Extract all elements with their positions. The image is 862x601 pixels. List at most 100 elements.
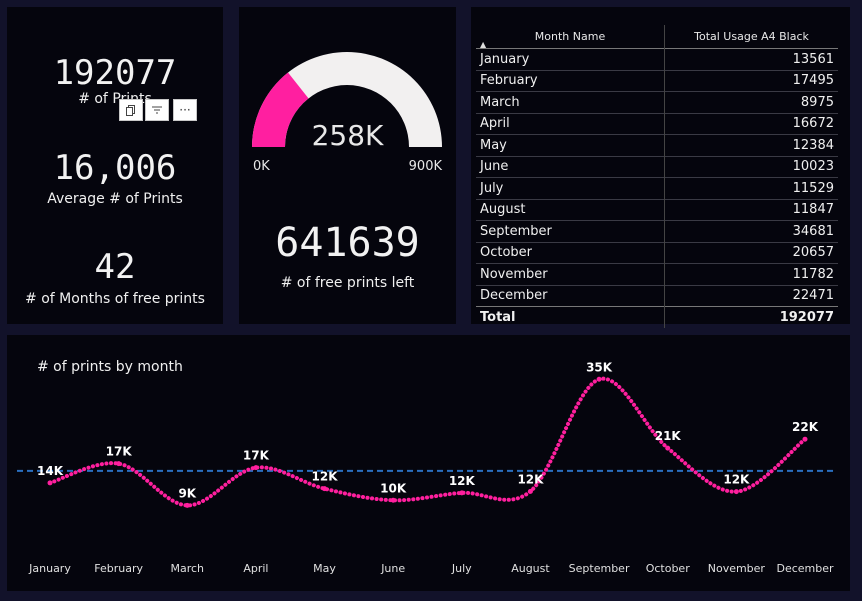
month-cell: January — [476, 48, 665, 70]
x-tick-label: January — [28, 562, 71, 575]
average-prints-value: 16,006 — [53, 148, 177, 188]
x-tick-label: April — [243, 562, 268, 575]
table-row: January 13561 — [476, 48, 838, 70]
average-prints-label: Average # of Prints — [47, 191, 183, 207]
data-point[interactable] — [390, 497, 396, 503]
data-label: 22K — [792, 420, 819, 434]
data-label: 21K — [655, 429, 682, 443]
months-free-label: # of Months of free prints — [25, 291, 205, 307]
column-header-usage[interactable]: Total Usage A4 Black — [665, 25, 839, 49]
filter-icon — [152, 106, 162, 114]
data-label: 12K — [723, 473, 750, 487]
month-cell: December — [476, 284, 665, 307]
table-card: Month Name ▲ Total Usage A4 Black Januar… — [471, 7, 850, 328]
data-label: 9K — [178, 486, 196, 500]
line-chart-card: 14K January 17K February 9K March 17K April 12K M… — [7, 335, 850, 591]
data-point[interactable] — [253, 465, 259, 471]
sort-ascending-icon[interactable]: ▲ — [480, 40, 486, 49]
gauge-card: 258K 0K 900K 641639 # of free prints lef… — [239, 7, 456, 324]
table-row: June 10023 — [476, 155, 838, 178]
kpi-card: 192077 # of Prints 16,006 Average # of P… — [7, 7, 223, 324]
table-row: April 16672 — [476, 112, 838, 135]
usage-table: Month Name ▲ Total Usage A4 Black Januar… — [476, 25, 838, 328]
usage-cell: 13561 — [664, 48, 838, 70]
data-point[interactable] — [527, 488, 533, 494]
usage-cell: 34681 — [664, 220, 838, 242]
month-cell: May — [476, 134, 665, 156]
table-row: July 11529 — [476, 177, 838, 199]
usage-cell: 17495 — [664, 69, 838, 92]
data-point[interactable] — [596, 376, 602, 382]
copy-visual-button[interactable] — [119, 99, 143, 121]
data-point[interactable] — [184, 502, 190, 508]
total-prints-value: 192077 — [53, 53, 177, 93]
x-tick-label: November — [708, 562, 766, 575]
month-cell: September — [476, 220, 665, 242]
more-options-button[interactable]: ··· — [173, 99, 197, 121]
months-free-value: 42 — [94, 247, 136, 287]
usage-cell: 11782 — [664, 263, 838, 285]
x-tick-label: March — [170, 562, 204, 575]
gauge-min-label: 0K — [253, 159, 270, 174]
usage-cell: 8975 — [664, 91, 838, 113]
table-row: March 8975 — [476, 91, 838, 113]
month-cell: July — [476, 177, 665, 199]
table-row: February 17495 — [476, 69, 838, 92]
x-tick-label: December — [776, 562, 834, 575]
series-line — [48, 376, 807, 508]
data-label: 35K — [586, 360, 613, 374]
filter-visual-button[interactable] — [145, 99, 169, 121]
data-point[interactable] — [733, 489, 739, 495]
gauge-value-label: 258K — [311, 119, 384, 152]
month-cell: February — [476, 69, 665, 92]
data-point[interactable] — [665, 445, 671, 451]
chart-title: # of prints by month — [37, 359, 183, 375]
table-row: September 34681 — [476, 220, 838, 242]
column-header-month[interactable]: Month Name ▲ — [476, 25, 665, 49]
usage-cell: 11847 — [664, 198, 838, 221]
month-cell: November — [476, 263, 665, 285]
table-row: May 12384 — [476, 134, 838, 156]
data-point[interactable] — [459, 490, 465, 496]
x-tick-label: May — [313, 562, 336, 575]
x-tick-label: September — [569, 562, 630, 575]
data-label: 12K — [312, 470, 339, 484]
table-header-row: Month Name ▲ Total Usage A4 Black — [476, 25, 838, 49]
x-tick-label: August — [511, 562, 550, 575]
data-label: 14K — [37, 464, 64, 478]
total-label: Total — [476, 306, 665, 328]
free-prints-label: # of free prints left — [280, 275, 415, 291]
usage-cell: 20657 — [664, 241, 838, 264]
x-tick-label: February — [94, 562, 143, 575]
month-cell: October — [476, 241, 665, 264]
more-options-icon: ··· — [179, 103, 191, 117]
usage-cell: 16672 — [664, 112, 838, 135]
copy-icon — [126, 105, 135, 116]
data-point[interactable] — [116, 461, 122, 467]
free-prints-value: 641639 — [275, 220, 420, 266]
x-tick-label: October — [646, 562, 690, 575]
table-row: October 20657 — [476, 241, 838, 264]
x-tick-label: June — [380, 562, 405, 575]
data-point[interactable] — [802, 436, 808, 442]
gauge-max-label: 900K — [408, 159, 442, 174]
month-cell: August — [476, 198, 665, 221]
usage-cell: 10023 — [664, 155, 838, 178]
usage-cell: 12384 — [664, 134, 838, 156]
data-point[interactable] — [322, 486, 328, 492]
data-label: 10K — [380, 481, 407, 495]
month-cell: April — [476, 112, 665, 135]
data-point[interactable] — [47, 480, 53, 486]
table-row: November 11782 — [476, 263, 838, 285]
data-label: 17K — [106, 445, 133, 459]
data-label: 12K — [449, 474, 476, 488]
month-cell: March — [476, 91, 665, 113]
table-row: August 11847 — [476, 198, 838, 221]
usage-cell: 11529 — [664, 177, 838, 199]
visual-header-toolbar: ··· — [119, 99, 197, 121]
usage-cell: 22471 — [664, 284, 838, 307]
total-value: 192077 — [664, 306, 838, 328]
data-label: 12K — [517, 472, 544, 486]
table-total-row: Total 192077 — [476, 306, 838, 328]
table-row: December 22471 — [476, 284, 838, 307]
